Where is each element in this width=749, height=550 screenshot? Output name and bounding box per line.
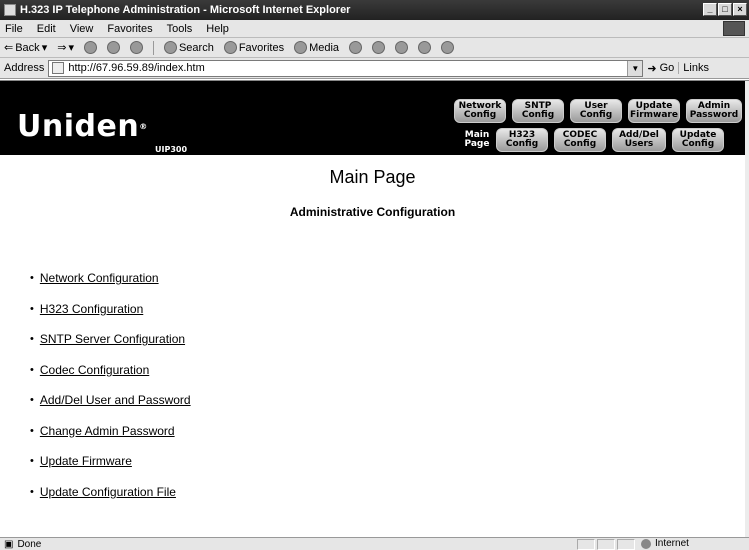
security-zone: Internet xyxy=(641,538,689,549)
nav-codec-config[interactable]: CODEC Config xyxy=(554,128,606,152)
page-icon xyxy=(52,62,65,74)
menu-view[interactable]: View xyxy=(70,23,94,35)
windows-logo-icon xyxy=(723,21,745,36)
status-text: Done xyxy=(17,538,42,550)
status-pane xyxy=(597,539,615,550)
list-item: Codec Configuration xyxy=(30,355,191,386)
add-del-user-link[interactable]: Add/Del User and Password xyxy=(40,393,191,407)
edit-icon[interactable] xyxy=(418,41,432,54)
nav-add-del-users[interactable]: Add/Del Users xyxy=(612,128,666,152)
nav-user-config[interactable]: User Config xyxy=(570,99,622,123)
window-titlebar: H.323 IP Telephone Administration - Micr… xyxy=(0,0,749,20)
favorites-button[interactable]: Favorites xyxy=(223,41,285,54)
search-button[interactable]: Search xyxy=(163,41,214,54)
go-button[interactable]: ➜ Go xyxy=(647,62,674,75)
favorites-label: Favorites xyxy=(238,41,285,54)
menu-help[interactable]: Help xyxy=(206,23,229,35)
update-firmware-link[interactable]: Update Firmware xyxy=(40,454,132,468)
menu-file[interactable]: File xyxy=(5,23,23,35)
list-item: Network Configuration xyxy=(30,263,191,294)
window-title: H.323 IP Telephone Administration - Micr… xyxy=(20,4,351,16)
update-configuration-file-link[interactable]: Update Configuration File xyxy=(40,485,176,499)
address-url: http://67.96.59.89/index.htm xyxy=(68,62,205,74)
change-admin-password-link[interactable]: Change Admin Password xyxy=(40,424,175,438)
address-dropdown-icon[interactable]: ▼ xyxy=(627,60,643,76)
nav-update-firmware[interactable]: Update Firmware xyxy=(628,99,680,123)
forward-button[interactable]: ⇒ ▾ xyxy=(57,41,74,54)
nav-main-page-current: Main Page xyxy=(464,130,490,149)
history-icon[interactable] xyxy=(349,41,363,54)
back-button[interactable]: ⇐ Back ▾ xyxy=(4,41,48,55)
list-item: SNTP Server Configuration xyxy=(30,324,191,355)
network-configuration-link[interactable]: Network Configuration xyxy=(40,271,159,285)
discuss-icon[interactable] xyxy=(441,41,455,54)
print-icon[interactable] xyxy=(395,41,409,54)
config-link-list: Network Configuration H323 Configuration… xyxy=(30,263,191,507)
minimize-button[interactable]: _ xyxy=(703,3,717,16)
sntp-server-configuration-link[interactable]: SNTP Server Configuration xyxy=(40,332,185,346)
toolbar-separator xyxy=(152,40,154,55)
search-label: Search xyxy=(178,41,214,54)
mail-icon[interactable] xyxy=(372,41,386,54)
nav-admin-password[interactable]: Admin Password xyxy=(686,99,742,123)
codec-configuration-link[interactable]: Codec Configuration xyxy=(40,363,149,377)
list-item: Change Admin Password xyxy=(30,416,191,447)
globe-icon xyxy=(641,538,651,549)
go-label: Go xyxy=(659,62,675,74)
uniden-logo: Uniden® xyxy=(17,111,148,143)
maximize-button[interactable]: □ xyxy=(718,3,732,16)
address-input[interactable]: http://67.96.59.89/index.htm ▼ xyxy=(48,59,644,77)
nav-network-config[interactable]: Network Config xyxy=(454,99,506,123)
menu-bar: File Edit View Favorites Tools Help xyxy=(0,20,749,38)
standard-toolbar: ⇐ Back ▾ ⇒ ▾ Search Favorites Media xyxy=(0,38,749,58)
media-label: Media xyxy=(309,41,340,54)
list-item: H323 Configuration xyxy=(30,294,191,325)
list-item: Add/Del User and Password xyxy=(30,385,191,416)
address-label: Address xyxy=(4,62,45,74)
favorites-icon xyxy=(223,41,237,54)
page-done-icon: ▣ xyxy=(4,538,14,550)
vertical-scrollbar[interactable] xyxy=(745,81,749,537)
address-bar: Address http://67.96.59.89/index.htm ▼ ➜… xyxy=(0,58,749,79)
forward-arrow-icon: ⇒ xyxy=(57,42,67,54)
model-description: H.323 VoIP Phone xyxy=(155,155,236,164)
ie-icon xyxy=(4,4,16,16)
go-arrow-icon: ➜ xyxy=(647,62,657,75)
home-icon[interactable] xyxy=(129,41,143,54)
back-arrow-icon: ⇐ xyxy=(4,42,14,54)
window-controls: _ □ × xyxy=(703,3,747,16)
status-pane xyxy=(617,539,635,550)
menu-favorites[interactable]: Favorites xyxy=(107,23,152,35)
list-item: Update Configuration File xyxy=(30,477,191,508)
search-icon xyxy=(163,41,177,54)
nav-h323-config[interactable]: H323 Config xyxy=(496,128,548,152)
nav-update-config[interactable]: Update Config xyxy=(672,128,724,152)
page-title: Main Page xyxy=(329,167,416,187)
refresh-icon[interactable] xyxy=(106,41,120,54)
stop-icon[interactable] xyxy=(83,41,97,54)
h323-configuration-link[interactable]: H323 Configuration xyxy=(40,302,143,316)
media-button[interactable]: Media xyxy=(294,41,339,54)
list-item: Update Firmware xyxy=(30,446,191,477)
model-number: UIP300 xyxy=(155,145,188,154)
brand-registered-mark: ® xyxy=(139,122,148,131)
chevron-down-icon: ▾ xyxy=(68,42,74,54)
status-pane xyxy=(577,539,595,550)
media-icon xyxy=(294,41,308,54)
menu-tools[interactable]: Tools xyxy=(167,23,193,35)
nav-sntp-config[interactable]: SNTP Config xyxy=(512,99,564,123)
status-bar: ▣ Done Internet xyxy=(0,537,749,550)
close-button[interactable]: × xyxy=(733,3,747,16)
brand-name: Uniden xyxy=(17,109,140,144)
links-button[interactable]: Links xyxy=(678,62,709,74)
back-label: Back xyxy=(15,41,40,54)
page-subtitle: Administrative Configuration xyxy=(289,205,456,219)
chevron-down-icon: ▾ xyxy=(41,42,48,54)
menu-edit[interactable]: Edit xyxy=(37,23,56,35)
model-info: UIP300 H.323 VoIP Phone xyxy=(155,145,235,165)
zone-label: Internet xyxy=(655,538,689,549)
